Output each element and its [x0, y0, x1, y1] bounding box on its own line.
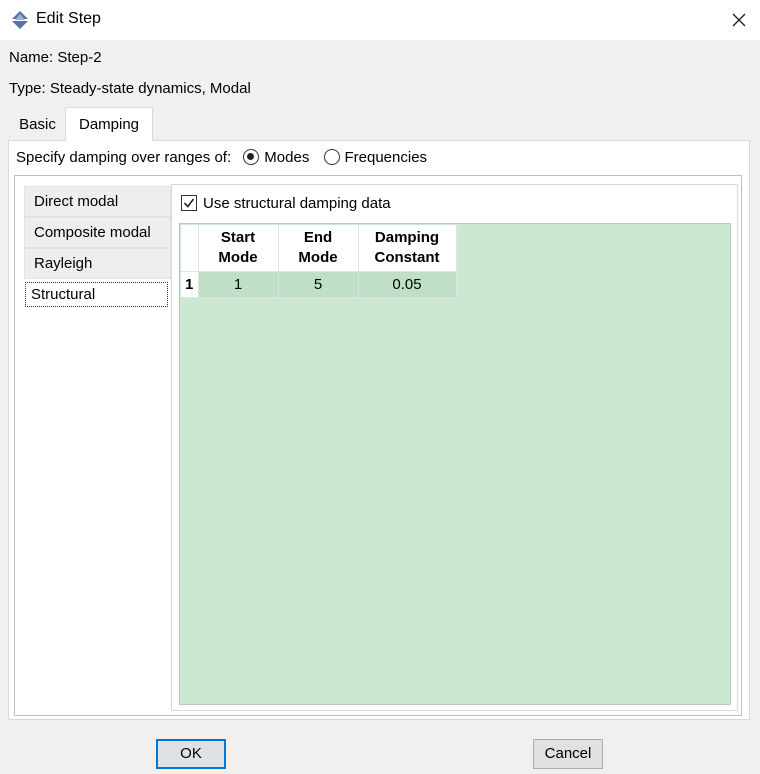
column-header-line: Start: [220, 228, 256, 246]
title-bar: Edit Step: [0, 0, 760, 40]
side-item-composite-modal[interactable]: Composite modal: [24, 217, 171, 248]
type-label: Type:: [9, 80, 46, 97]
tab-basic[interactable]: Basic: [10, 112, 65, 140]
use-structural-checkbox[interactable]: [181, 195, 197, 211]
step-app-icon: [10, 10, 30, 30]
step-type-row: Type: Steady-state dynamics, Modal: [9, 80, 251, 97]
ok-button[interactable]: OK: [156, 739, 226, 769]
table-cell-start-mode[interactable]: 1: [198, 271, 279, 298]
name-value: Step-2: [57, 49, 102, 66]
close-icon[interactable]: [724, 6, 754, 34]
radio-modes[interactable]: Modes: [243, 149, 313, 166]
table-cell-damping-constant[interactable]: 0.05: [358, 271, 457, 298]
side-item-structural[interactable]: Structural: [25, 282, 168, 307]
radio-frequencies-label[interactable]: Frequencies: [345, 149, 428, 166]
radio-modes-indicator[interactable]: [243, 149, 260, 165]
type-value: Steady-state dynamics, Modal: [49, 80, 251, 97]
column-header-damping-constant[interactable]: Damping Constant: [358, 225, 457, 272]
step-name-row: Name: Step-2: [9, 49, 102, 66]
use-structural-damping[interactable]: Use structural damping data: [181, 195, 391, 212]
column-header-start-mode[interactable]: Start Mode: [198, 225, 279, 272]
column-header-line: End: [303, 228, 333, 246]
column-header-line: Mode: [298, 248, 338, 266]
column-header-line: Mode: [218, 248, 258, 266]
radio-modes-label[interactable]: Modes: [264, 149, 309, 166]
cancel-button[interactable]: Cancel: [533, 739, 603, 769]
tab-damping[interactable]: Damping: [65, 107, 153, 141]
table-cell-end-mode[interactable]: 5: [278, 271, 359, 298]
radio-frequencies[interactable]: Frequencies: [323, 149, 428, 166]
table-row[interactable]: 1 1 5 0.05: [181, 271, 457, 298]
damping-table[interactable]: Start Mode End Mode Damping Constant 1 1 5 …: [181, 225, 457, 298]
table-corner: [181, 225, 199, 272]
column-header-line: Damping: [374, 228, 440, 246]
column-header-line: Constant: [374, 248, 440, 266]
column-header-end-mode[interactable]: End Mode: [278, 225, 359, 272]
row-header[interactable]: 1: [181, 271, 199, 298]
damping-range-row: Specify damping over ranges of: Modes Fr…: [16, 149, 427, 166]
side-item-rayleigh[interactable]: Rayleigh: [24, 248, 171, 279]
name-label: Name:: [9, 49, 54, 66]
range-label: Specify damping over ranges of:: [16, 149, 232, 166]
use-structural-label[interactable]: Use structural damping data: [203, 195, 391, 212]
side-item-direct-modal[interactable]: Direct modal: [24, 186, 171, 217]
radio-frequencies-indicator[interactable]: [323, 149, 340, 165]
window-title: Edit Step: [36, 10, 101, 27]
